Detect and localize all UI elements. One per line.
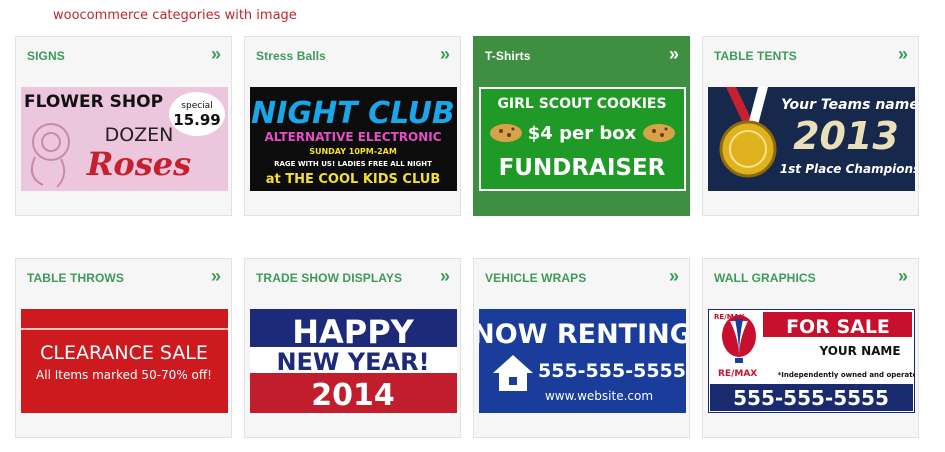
card-header[interactable]: T-Shirts » [474, 37, 689, 75]
category-image-trade-show[interactable]: HAPPY NEW YEAR! 2014 [250, 309, 457, 413]
champions-sign: Your Teams name 2013 1st Place Champions [708, 87, 915, 191]
flower-shop-sign: FLOWER SHOP special 15.99 DOZEN Roses [21, 87, 228, 191]
chevron-right-icon[interactable]: » [440, 44, 450, 65]
card-header[interactable]: TABLE TENTS » [703, 37, 918, 75]
clearance-sale-sign: CLEARANCE SALE All Items marked 50-70% o… [21, 309, 228, 413]
category-image-stress-balls[interactable]: NIGHT CLUB ALTERNATIVE ELECTRONIC SUNDAY… [250, 87, 457, 191]
sign-badge-price: 15.99 [173, 111, 220, 129]
chevron-right-icon[interactable]: » [211, 266, 221, 287]
now-renting-sign: NOW RENTING 555-555-5555 www.website.com [479, 309, 686, 413]
club-line5: at THE COOL KIDS CLUB [266, 172, 441, 187]
cookies-line1: GIRL SCOUT COOKIES [497, 96, 666, 112]
card-header[interactable]: WALL GRAPHICS » [703, 259, 918, 297]
club-line2: ALTERNATIVE ELECTRONIC [264, 130, 441, 144]
cookies-line3: FUNDRAISER [499, 155, 666, 181]
category-title[interactable]: WALL GRAPHICS [714, 271, 816, 285]
chevron-right-icon[interactable]: » [440, 266, 450, 287]
club-line4: RAGE WITH US! LADIES FREE ALL NIGHT [274, 160, 432, 168]
remax-logo-top: RE/MAX [714, 313, 745, 321]
card-header[interactable]: Stress Balls » [245, 37, 460, 75]
for-sale-sign: FOR SALE RE/MAX RE/MAX YOUR NAME *Indepe… [708, 309, 915, 413]
chevron-right-icon[interactable]: » [211, 44, 221, 65]
cookies-line2: $4 per box [528, 123, 637, 144]
forsale-line4: 555-555-5555 [733, 386, 889, 410]
category-card-wall-graphics[interactable]: WALL GRAPHICS » FOR SALE RE/MAX RE/MAX Y… [702, 258, 919, 438]
chevron-right-icon[interactable]: » [669, 44, 679, 65]
night-club-sign: NIGHT CLUB ALTERNATIVE ELECTRONIC SUNDAY… [250, 87, 457, 191]
chevron-right-icon[interactable]: » [669, 266, 679, 287]
champ-line3: 1st Place Champions [780, 162, 915, 176]
girl-scout-cookies-sign: GIRL SCOUT COOKIES $4 per box FUNDRAISER [479, 87, 686, 191]
card-header[interactable]: TRADE SHOW DISPLAYS » [245, 259, 460, 297]
forsale-line3: *Independently owned and operated [778, 371, 915, 379]
category-title[interactable]: TRADE SHOW DISPLAYS [256, 271, 402, 285]
chevron-right-icon[interactable]: » [898, 266, 908, 287]
category-card-vehicle-wraps[interactable]: VEHICLE WRAPS » NOW RENTING 555-555-5555… [473, 258, 690, 438]
category-card-trade-show-displays[interactable]: TRADE SHOW DISPLAYS » HAPPY NEW YEAR! 20… [244, 258, 461, 438]
page-caption: woocommerce categories with image [53, 8, 297, 23]
sign-badge-label: special [181, 101, 212, 111]
category-image-vehicle-wraps[interactable]: NOW RENTING 555-555-5555 www.website.com [479, 309, 686, 413]
newyear-line1: HAPPY [292, 313, 414, 351]
category-card-stress-balls[interactable]: Stress Balls » NIGHT CLUB ALTERNATIVE EL… [244, 36, 461, 216]
remax-logo: RE/MAX [718, 369, 757, 379]
club-line3: SUNDAY 10PM-2AM [309, 147, 397, 156]
category-image-wall-graphics[interactable]: FOR SALE RE/MAX RE/MAX YOUR NAME *Indepe… [708, 309, 915, 413]
chevron-right-icon[interactable]: » [898, 44, 908, 65]
newyear-line2: NEW YEAR! [276, 348, 429, 376]
club-line1: NIGHT CLUB [251, 96, 455, 131]
category-image-table-throws[interactable]: CLEARANCE SALE All Items marked 50-70% o… [21, 309, 228, 413]
renting-line3: www.website.com [545, 389, 653, 403]
category-title[interactable]: TABLE TENTS [714, 49, 797, 63]
category-title[interactable]: Stress Balls [256, 49, 326, 63]
category-title[interactable]: VEHICLE WRAPS [485, 271, 586, 285]
sign-line3: Roses [86, 145, 191, 183]
forsale-line2: YOUR NAME [818, 344, 900, 358]
happy-new-year-sign: HAPPY NEW YEAR! 2014 [250, 309, 457, 413]
clearance-line1: CLEARANCE SALE [40, 342, 208, 364]
category-card-table-throws[interactable]: TABLE THROWS » CLEARANCE SALE All Items … [15, 258, 232, 438]
renting-line2: 555-555-5555 [538, 360, 686, 382]
category-card-t-shirts[interactable]: T-Shirts » GIRL SCOUT COOKIES $4 per box… [473, 36, 690, 216]
newyear-line3: 2014 [311, 378, 395, 413]
card-header[interactable]: TABLE THROWS » [16, 259, 231, 297]
sign-line2: DOZEN [105, 124, 174, 146]
category-title[interactable]: TABLE THROWS [27, 271, 124, 285]
category-image-t-shirts[interactable]: GIRL SCOUT COOKIES $4 per box FUNDRAISER [479, 87, 686, 191]
forsale-line1: FOR SALE [786, 316, 890, 338]
clearance-line2: All Items marked 50-70% off! [36, 368, 212, 382]
renting-line1: NOW RENTING [479, 319, 686, 350]
category-card-table-tents[interactable]: TABLE TENTS » Your Teams name 2013 1st P… [702, 36, 919, 216]
category-title[interactable]: T-Shirts [485, 49, 530, 63]
card-header[interactable]: SIGNS » [16, 37, 231, 75]
champ-line2: 2013 [793, 114, 899, 158]
category-image-table-tents[interactable]: Your Teams name 2013 1st Place Champions [708, 87, 915, 191]
champ-line1: Your Teams name [781, 97, 915, 113]
category-card-signs[interactable]: SIGNS » FLOWER SHOP special 15.99 DOZEN … [15, 36, 232, 216]
card-header[interactable]: VEHICLE WRAPS » [474, 259, 689, 297]
sign-line1: FLOWER SHOP [24, 92, 163, 112]
category-title[interactable]: SIGNS [27, 49, 65, 63]
category-image-signs[interactable]: FLOWER SHOP special 15.99 DOZEN Roses [21, 87, 228, 191]
